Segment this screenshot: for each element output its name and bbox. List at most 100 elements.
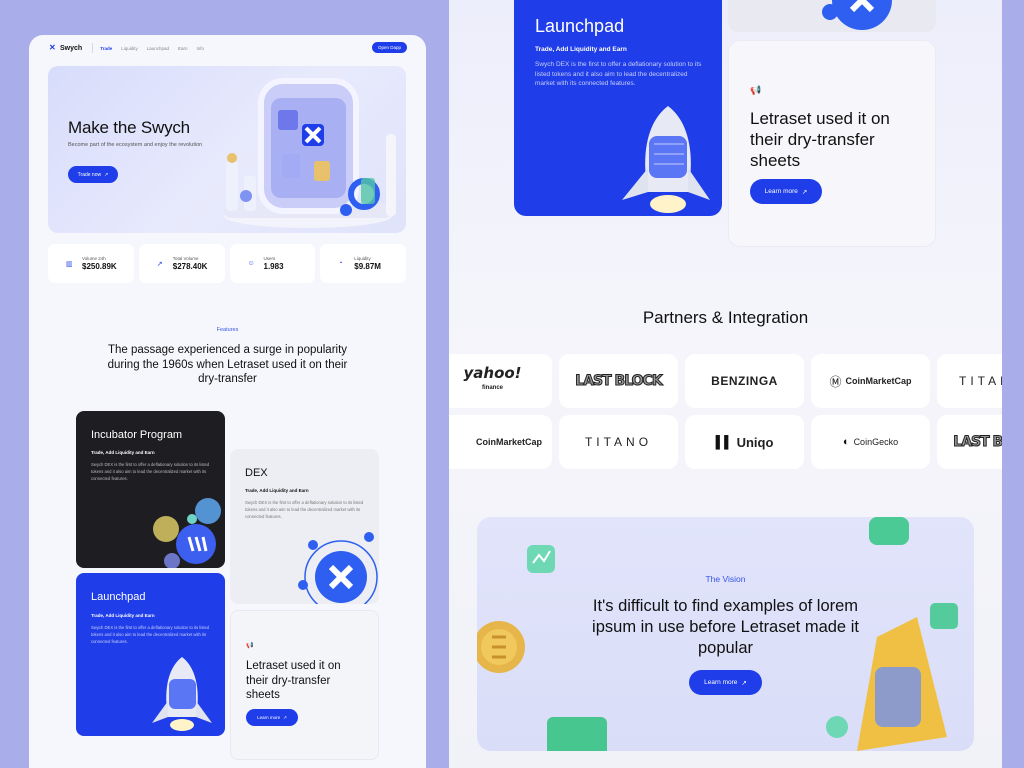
learn-more-button[interactable]: Learn more ↗ bbox=[750, 179, 822, 204]
features-title: The passage experienced a surge in popul… bbox=[107, 344, 348, 385]
nav-link-trade[interactable]: Trade bbox=[100, 46, 112, 51]
stats-bar: ▥ Volume 24h $250.89K ↗ Total Volume $27… bbox=[48, 244, 406, 283]
rocket-illustration bbox=[622, 106, 710, 213]
partner-name: Uniqo bbox=[736, 434, 774, 450]
partner-titano[interactable]: TITANO bbox=[937, 354, 1002, 408]
learn-more-label: Learn more bbox=[764, 188, 798, 195]
megaphone-icon: 📢 bbox=[750, 85, 762, 95]
partner-name: LAST BLOCK bbox=[953, 433, 1002, 450]
swych-logo-icon: ✕ bbox=[49, 43, 56, 52]
nav-link-earn[interactable]: Earn bbox=[178, 46, 188, 51]
partner-last-block[interactable]: LAST BLOCK bbox=[937, 415, 1002, 469]
stat-value: 1.983 bbox=[263, 262, 284, 271]
dex-card-partial bbox=[728, 0, 936, 32]
learn-more-label: Learn more bbox=[257, 715, 281, 720]
card-subtitle: Trade, Add Liquidity and Earn bbox=[245, 488, 309, 493]
partner-name: TITANO bbox=[959, 374, 1002, 388]
arrow-up-right-icon: ↗ bbox=[283, 714, 287, 720]
partner-name: CoinMarketCap bbox=[475, 437, 542, 447]
partners-title: Partners & Integration bbox=[642, 308, 809, 327]
incubator-program-card[interactable]: Incubator Program Trade, Add Liquidity a… bbox=[76, 411, 225, 568]
partner-coinmarketcap[interactable]: CoinMarketCap bbox=[449, 415, 552, 469]
launchpad-card[interactable]: Launchpad Trade, Add Liquidity and Earn … bbox=[76, 573, 225, 736]
partner-coingecko[interactable]: ◐ CoinGecko bbox=[811, 415, 930, 469]
letraset-card-large: 📢 Letraset used it on their dry-transfer… bbox=[728, 40, 936, 247]
arrow-up-right-icon: ↗ bbox=[801, 188, 808, 196]
partner-last-block[interactable]: LAST BLOCK bbox=[559, 354, 678, 408]
users-icon: ☺ bbox=[247, 260, 255, 267]
brand-name: Swych bbox=[60, 44, 83, 52]
partner-uniqo[interactable]: ▌▌ Uniqo bbox=[685, 415, 804, 469]
coingecko-logo-icon: ◐ bbox=[842, 436, 850, 448]
card-description: Swych DEX is the first to offer a deflat… bbox=[245, 500, 364, 519]
card-title: Launchpad bbox=[91, 591, 146, 603]
card-description: Swych DEX is the first to offer a deflat… bbox=[91, 462, 210, 481]
stat-label: Liquidity bbox=[354, 256, 371, 261]
hero-subtitle: Become part of the ecosystem and enjoy t… bbox=[68, 142, 203, 148]
arrow-up-right-icon: ↗ bbox=[156, 260, 163, 268]
uniqo-logo-icon: ▌▌ bbox=[715, 435, 733, 449]
partner-name: BENZINGA bbox=[711, 374, 778, 388]
learn-more-label: Learn more bbox=[704, 679, 738, 686]
rocket-illustration bbox=[152, 657, 212, 731]
trade-now-label: Trade now bbox=[77, 171, 102, 178]
stat-value: $9.87M bbox=[354, 262, 381, 271]
arrow-up-right-icon: ↗ bbox=[104, 171, 109, 178]
partner-logos-row-2: CoinMarketCap TITANO ▌▌ Uniqo ◐ CoinGeck… bbox=[449, 415, 1002, 469]
hero-title: Make the Swych bbox=[68, 118, 190, 137]
vision-tag: The Vision bbox=[705, 574, 746, 584]
card-title: Launchpad bbox=[535, 16, 625, 36]
learn-more-button[interactable]: Learn more ↗ bbox=[689, 670, 762, 695]
nav-link-info[interactable]: Info bbox=[197, 46, 205, 51]
vision-title: It's difficult to find examples of lorem… bbox=[592, 597, 859, 657]
card-title: DEX bbox=[245, 467, 268, 479]
brand-logo[interactable]: ✕ Swych bbox=[49, 44, 82, 52]
hero-banner: Make the Swych Become part of the ecosys… bbox=[48, 66, 406, 233]
partner-name: CoinMarketCap bbox=[845, 376, 912, 386]
arrow-up-right-icon: ↗ bbox=[741, 679, 747, 687]
top-nav: ✕ Swych Trade Liquidity Launchpad Earn I… bbox=[29, 35, 426, 61]
partner-name: LAST BLOCK bbox=[575, 372, 663, 389]
partner-name: CoinGecko bbox=[853, 437, 899, 447]
card-title: Incubator Program bbox=[91, 429, 183, 441]
card-subtitle: Trade, Add Liquidity and Earn bbox=[91, 450, 155, 455]
pie-chart-icon: ◔ bbox=[338, 260, 343, 267]
nav-link-liquidity[interactable]: Liquidity bbox=[121, 46, 138, 51]
stat-volume-24h: ▥ Volume 24h $250.89K bbox=[48, 244, 134, 283]
partner-name: TITANO bbox=[584, 435, 653, 449]
nav-link-launchpad[interactable]: Launchpad bbox=[147, 46, 169, 51]
partner-yahoo-finance[interactable]: yahoo! finance bbox=[449, 354, 552, 408]
trade-now-button[interactable]: Trade now ↗ bbox=[68, 166, 118, 183]
partner-coinmarketcap[interactable]: Ⓜ CoinMarketCap bbox=[811, 354, 930, 408]
card-title: Letraset used it on their dry-transfer s… bbox=[246, 660, 341, 701]
partner-name: yahoo! bbox=[463, 364, 522, 382]
nav-links: Trade Liquidity Launchpad Earn Info bbox=[100, 46, 204, 51]
learn-more-button[interactable]: Learn more ↗ bbox=[246, 709, 298, 726]
partner-logos-row-1: yahoo! finance LAST BLOCK BENZINGA Ⓜ Coi… bbox=[449, 354, 1002, 408]
vision-banner: The Vision It's difficult to find exampl… bbox=[477, 517, 974, 751]
stat-label: Volume 24h bbox=[82, 256, 106, 261]
coinmarketcap-logo-icon: Ⓜ bbox=[829, 374, 842, 389]
features-tag: Features bbox=[216, 327, 239, 333]
launchpad-card-large[interactable]: Launchpad Trade, Add Liquidity and Earn … bbox=[514, 0, 722, 216]
stat-value: $278.40K bbox=[172, 262, 208, 271]
dex-card[interactable]: DEX Trade, Add Liquidity and Earn Swych … bbox=[230, 449, 379, 604]
card-description: Swych DEX is the first to offer a deflat… bbox=[535, 61, 702, 87]
open-dapp-button[interactable]: Open Dapp bbox=[372, 42, 407, 53]
bar-chart-icon: ▥ bbox=[66, 260, 73, 268]
landing-page-preview: ✕ Swych Trade Liquidity Launchpad Earn I… bbox=[29, 35, 426, 768]
partner-subname: finance bbox=[481, 385, 503, 391]
card-description: Swych DEX is the first to offer a deflat… bbox=[91, 625, 210, 644]
dex-coin-illustration bbox=[298, 532, 378, 604]
stat-label: Total Volume bbox=[172, 256, 199, 261]
stat-total-volume: ↗ Total Volume $278.40K bbox=[138, 244, 225, 283]
crypto-bubbles-illustration bbox=[153, 498, 221, 568]
card-subtitle: Trade, Add Liquidity and Earn bbox=[91, 613, 155, 618]
stat-liquidity: ◔ Liquidity $9.87M bbox=[320, 244, 406, 283]
letraset-card: 📢 Letraset used it on their dry-transfer… bbox=[230, 610, 379, 760]
nav-divider bbox=[92, 43, 94, 53]
partner-titano[interactable]: TITANO bbox=[559, 415, 678, 469]
stat-label: Users bbox=[263, 256, 276, 261]
stat-value: $250.89K bbox=[82, 262, 117, 271]
partner-benzinga[interactable]: BENZINGA bbox=[685, 354, 804, 408]
